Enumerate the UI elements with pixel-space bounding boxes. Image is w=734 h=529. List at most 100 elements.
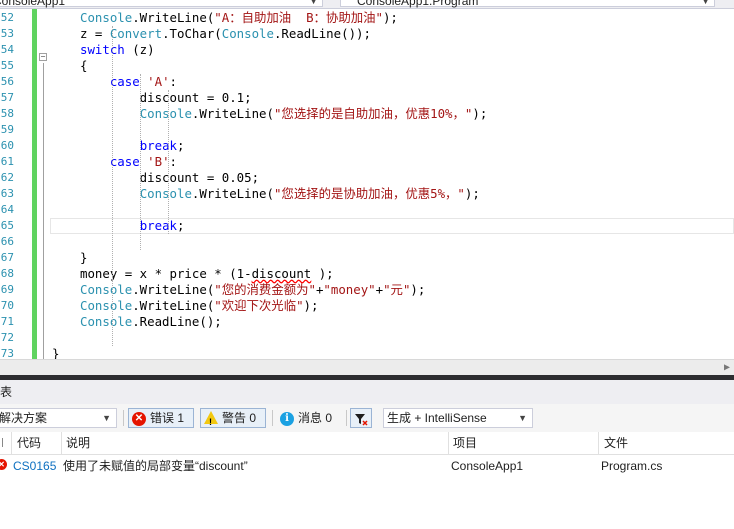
column-divider bbox=[61, 432, 62, 454]
code-line: { bbox=[80, 58, 87, 74]
column-header-code[interactable]: 代码 bbox=[17, 432, 41, 454]
code-token: break bbox=[139, 218, 177, 233]
project-dropdown[interactable]: ConsoleApp1 ▼ bbox=[0, 0, 323, 8]
code-token: (z) bbox=[124, 42, 155, 57]
code-line: switch (z) bbox=[80, 42, 155, 58]
code-line: money = x * price * (1-discount ); bbox=[80, 266, 334, 282]
line-number: 62 bbox=[0, 171, 14, 184]
code-token: ); bbox=[382, 10, 398, 25]
line-number: 71 bbox=[0, 315, 14, 328]
column-header-project[interactable]: 项目 bbox=[453, 432, 477, 454]
code-token: "A：自助加油 B：协助加油" bbox=[214, 10, 383, 25]
messages-filter-button[interactable]: i 消息 0 bbox=[276, 408, 342, 428]
line-number: 67 bbox=[0, 251, 14, 264]
line-number: 68 bbox=[0, 267, 14, 280]
code-token: break bbox=[139, 138, 177, 153]
code-token: .WriteLine( bbox=[132, 282, 215, 297]
error-description: 使用了未赋值的局部变量“discount” bbox=[63, 459, 248, 473]
column-header-description[interactable]: 说明 bbox=[66, 432, 90, 454]
warnings-filter-label: 警告 0 bbox=[222, 411, 257, 425]
column-divider bbox=[448, 432, 449, 454]
code-token: .WriteLine( bbox=[132, 10, 215, 25]
collapse-toggle-icon[interactable]: − bbox=[39, 53, 47, 61]
line-number: 57 bbox=[0, 91, 14, 104]
code-token: ); bbox=[464, 186, 480, 201]
indent-guide bbox=[140, 74, 141, 250]
build-source-select[interactable]: 生成 + IntelliSense ▼ bbox=[383, 408, 533, 428]
code-token: + bbox=[375, 282, 384, 297]
filter-button[interactable] bbox=[350, 408, 372, 428]
line-number: 66 bbox=[0, 235, 14, 248]
code-line: Console.WriteLine("欢迎下次光临"); bbox=[80, 298, 318, 314]
error-project: ConsoleApp1 bbox=[451, 459, 524, 473]
scope-select[interactable]: 解决方案 ▼ bbox=[0, 408, 117, 428]
filter-icon bbox=[355, 413, 368, 426]
column-header-file[interactable]: 文件 bbox=[604, 432, 628, 454]
code-token: : bbox=[169, 154, 178, 169]
line-number: 55 bbox=[0, 59, 14, 72]
code-token: 'A' bbox=[147, 74, 170, 89]
column-divider bbox=[598, 432, 599, 454]
code-token: Console bbox=[80, 10, 133, 25]
errors-filter-label: 错误 1 bbox=[150, 411, 185, 425]
indent-guide bbox=[112, 26, 113, 346]
project-dropdown-value: ConsoleApp1 bbox=[0, 0, 66, 8]
build-source-value: 生成 + IntelliSense bbox=[387, 411, 487, 425]
line-number: 58 bbox=[0, 107, 14, 120]
table-row[interactable]: ✕ CS0165 使用了未赋值的局部变量“discount” ConsoleAp… bbox=[0, 455, 734, 477]
line-number: 52 bbox=[0, 11, 14, 24]
line-number: 61 bbox=[0, 155, 14, 168]
chevron-down-icon: ▼ bbox=[309, 0, 318, 6]
code-token: Console bbox=[80, 314, 133, 329]
toolbar-divider bbox=[346, 410, 347, 426]
errors-filter-button[interactable]: ✕ 错误 1 bbox=[128, 408, 194, 428]
code-token: ); bbox=[472, 106, 488, 121]
error-list-header: 表 bbox=[0, 380, 734, 404]
code-token: : bbox=[169, 74, 178, 89]
code-editor[interactable]: − 52 Console.WriteLine("A：自助加油 B：协助加油"); 5… bbox=[0, 9, 734, 359]
change-tracking-bar bbox=[32, 9, 37, 359]
horizontal-scrollbar[interactable]: ▶ bbox=[0, 359, 734, 376]
code-token: Console bbox=[80, 298, 133, 313]
code-token: ; bbox=[177, 218, 185, 233]
code-token: Console bbox=[139, 106, 192, 121]
code-token: Console bbox=[139, 186, 192, 201]
code-line: Console.WriteLine("您的消费金额为"+"money"+"元")… bbox=[80, 282, 425, 298]
line-number: 72 bbox=[0, 331, 14, 344]
line-number: 63 bbox=[0, 187, 14, 200]
member-dropdown[interactable]: ConsoleApp1.Program ▼ bbox=[340, 0, 715, 8]
line-number: 69 bbox=[0, 283, 14, 296]
warnings-filter-button[interactable]: ! 警告 0 bbox=[200, 408, 266, 428]
error-list-toolbar: 解决方案 ▼ ✕ 错误 1 ! 警告 0 i 消息 0 生成 + IntelliSen… bbox=[0, 404, 734, 433]
code-token: Console bbox=[221, 26, 274, 41]
code-token: .WriteLine( bbox=[132, 298, 215, 313]
toolbar-divider bbox=[272, 410, 273, 426]
code-line: case 'B': bbox=[80, 154, 177, 170]
code-token: ); bbox=[311, 266, 334, 281]
code-token: ); bbox=[303, 298, 319, 313]
code-line: Console.WriteLine("A：自助加油 B：协助加油"); bbox=[80, 10, 398, 26]
warning-icon: ! bbox=[204, 411, 218, 427]
line-number: 65 bbox=[0, 219, 14, 232]
code-token: .ReadLine()); bbox=[273, 26, 371, 41]
column-divider bbox=[11, 432, 12, 454]
code-token: "欢迎下次光临" bbox=[214, 298, 304, 313]
code-token: discount = 0.1; bbox=[80, 90, 252, 105]
code-token: .ToChar( bbox=[162, 26, 222, 41]
code-token: money = x * price * (1- bbox=[80, 266, 252, 281]
code-token: "元" bbox=[383, 282, 411, 297]
code-token: } bbox=[52, 346, 60, 359]
code-token: switch bbox=[80, 42, 125, 57]
code-token: case bbox=[109, 74, 140, 89]
code-line: } bbox=[80, 250, 87, 266]
error-code-link[interactable]: CS0165 bbox=[13, 455, 56, 477]
code-token: Convert bbox=[109, 26, 163, 41]
code-token: z = bbox=[80, 26, 110, 41]
member-dropdown-value: ConsoleApp1.Program bbox=[357, 0, 479, 8]
code-token: Console bbox=[80, 282, 133, 297]
code-token: "money" bbox=[323, 282, 376, 297]
scroll-right-icon[interactable]: ▶ bbox=[724, 362, 730, 373]
